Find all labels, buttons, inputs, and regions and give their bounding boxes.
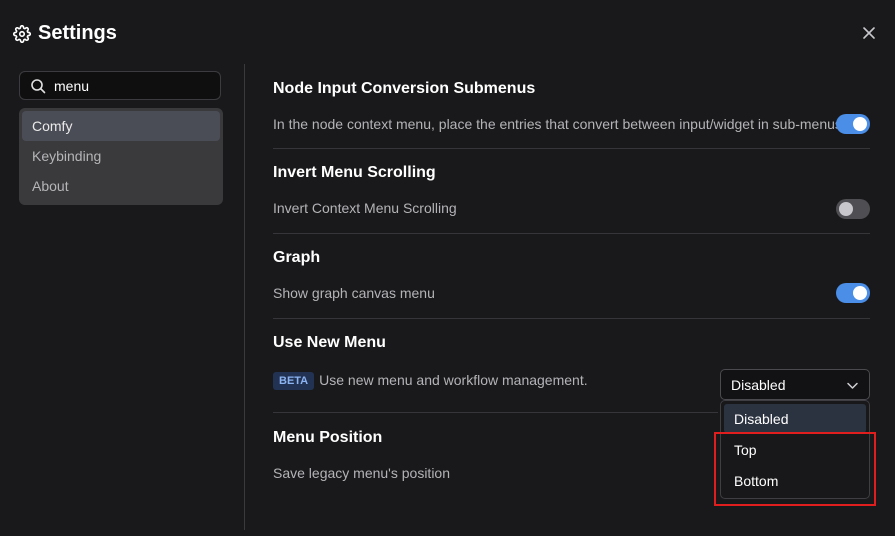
chevron-down-icon xyxy=(846,379,859,392)
invert-menu-scrolling-toggle[interactable] xyxy=(836,199,870,219)
dialog-title: Settings xyxy=(38,22,117,44)
toggle-knob xyxy=(853,286,867,300)
section-divider xyxy=(273,318,870,319)
setting-description: Show graph canvas menu xyxy=(273,285,435,301)
use-new-menu-select[interactable]: Disabled xyxy=(720,369,870,400)
sidebar-item-keybinding[interactable]: Keybinding xyxy=(22,141,220,171)
select-value: Disabled xyxy=(731,376,786,393)
gear-icon xyxy=(12,24,32,44)
toggle-knob xyxy=(853,117,867,131)
sidebar-item-about[interactable]: About xyxy=(22,171,220,201)
settings-category-list: Comfy Keybinding About xyxy=(19,108,223,205)
setting-title: Invert Menu Scrolling xyxy=(273,164,436,181)
section-divider xyxy=(273,233,870,234)
setting-description: Use new menu and workflow management. xyxy=(319,372,588,388)
graph-canvas-menu-toggle[interactable] xyxy=(836,283,870,303)
section-divider xyxy=(273,412,718,413)
setting-title: Use New Menu xyxy=(273,334,386,351)
beta-badge: BETA xyxy=(273,372,315,391)
search-icon xyxy=(30,78,46,94)
panel-divider xyxy=(244,64,245,530)
setting-node-input-conversion: Node Input Conversion Submenus In the no… xyxy=(273,80,870,132)
toggle-knob xyxy=(839,202,853,216)
search-input[interactable] xyxy=(52,76,206,95)
setting-description: Invert Context Menu Scrolling xyxy=(273,200,457,216)
section-divider xyxy=(273,148,870,149)
dialog-header: Settings xyxy=(12,22,117,45)
option-disabled[interactable]: Disabled xyxy=(724,404,866,433)
setting-invert-menu-scrolling: Invert Menu Scrolling Invert Context Men… xyxy=(273,164,870,216)
setting-title: Node Input Conversion Submenus xyxy=(273,80,536,97)
sidebar-item-comfy[interactable]: Comfy xyxy=(22,111,220,141)
search-box xyxy=(19,71,221,100)
setting-graph: Graph Show graph canvas menu xyxy=(273,249,870,301)
setting-description: In the node context menu, place the entr… xyxy=(273,116,846,132)
highlight-box xyxy=(714,432,876,506)
close-icon[interactable] xyxy=(861,25,877,41)
setting-title: Graph xyxy=(273,249,321,266)
node-input-conversion-toggle[interactable] xyxy=(836,114,870,134)
